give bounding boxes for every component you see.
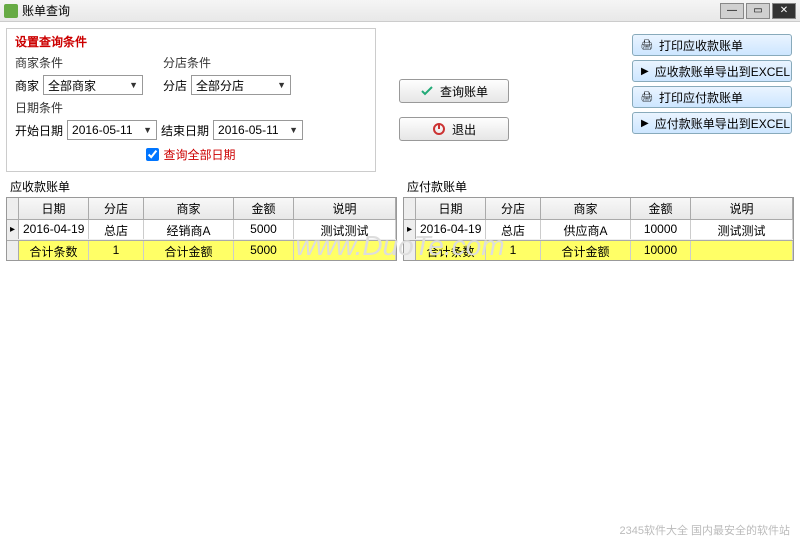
export-receivable-button[interactable]: ▶ 应收款账单导出到EXCEL (632, 60, 792, 82)
branch-label: 分店条件 (163, 54, 291, 71)
print-payable-label: 打印应付款账单 (659, 89, 743, 106)
receivable-body[interactable]: ▸ 2016-04-19 总店 经销商A 5000 测试测试 (7, 220, 396, 240)
foot-count: 1 (486, 241, 541, 260)
chevron-down-icon: ▼ (287, 125, 300, 135)
start-date-value: 2016-05-11 (72, 123, 133, 137)
branch-combo[interactable]: 全部分店 ▼ (191, 75, 291, 95)
foot-count-label: 合计条数 (416, 241, 486, 260)
col-amount: 金额 (234, 198, 294, 219)
row-marker: ▸ (7, 220, 19, 239)
export-payable-label: 应付款账单导出到EXCEL (655, 115, 790, 132)
col-note: 说明 (294, 198, 396, 219)
table-row[interactable]: ▸ 2016-04-19 总店 供应商A 10000 测试测试 (404, 220, 793, 240)
merchant-value: 全部商家 (48, 77, 96, 94)
titlebar: 账单查询 — ▭ ✕ (0, 0, 800, 22)
receivable-title: 应收款账单 (6, 176, 397, 197)
action-buttons: 查询账单 退出 (384, 28, 524, 172)
foot-count: 1 (89, 241, 144, 260)
app-icon (4, 4, 18, 18)
printer-icon: 🖨 (641, 39, 653, 51)
foot-count-label: 合计条数 (19, 241, 89, 260)
row-marker: ▸ (404, 220, 416, 239)
exit-button-label: 退出 (452, 121, 476, 138)
foot-amount: 10000 (631, 241, 691, 260)
all-dates-checkbox[interactable] (146, 148, 159, 161)
query-button[interactable]: 查询账单 (399, 79, 509, 103)
play-icon: ▶ (641, 117, 649, 129)
merchant-label: 商家条件 (15, 54, 143, 71)
window-title: 账单查询 (22, 2, 720, 19)
branch-value: 全部分店 (196, 77, 244, 94)
payable-grid: 日期 分店 商家 金额 说明 ▸ 2016-04-19 总店 供应商A 1000… (403, 197, 794, 261)
print-payable-button[interactable]: 🖨 打印应付款账单 (632, 86, 792, 108)
merchant-field-label: 商家 (15, 77, 39, 94)
conditions-panel: 设置查询条件 商家条件 商家 全部商家 ▼ 分店条件 分店 (6, 28, 376, 172)
all-dates-label: 查询全部日期 (163, 146, 235, 163)
end-date-field-label: 结束日期 (161, 122, 209, 139)
conditions-title: 设置查询条件 (15, 33, 367, 50)
receivable-grid: 日期 分店 商家 金额 说明 ▸ 2016-04-19 总店 经销商A 5000 (6, 197, 397, 261)
col-branch: 分店 (89, 198, 144, 219)
exit-icon (432, 122, 446, 136)
minimize-button[interactable]: — (720, 3, 744, 19)
end-date-combo[interactable]: 2016-05-11 ▼ (213, 120, 303, 140)
export-receivable-label: 应收款账单导出到EXCEL (655, 63, 790, 80)
close-button[interactable]: ✕ (772, 3, 796, 19)
foot-amount: 5000 (234, 241, 294, 260)
col-date: 日期 (416, 198, 486, 219)
start-date-combo[interactable]: 2016-05-11 ▼ (67, 120, 157, 140)
payable-body[interactable]: ▸ 2016-04-19 总店 供应商A 10000 测试测试 (404, 220, 793, 240)
chevron-down-icon: ▼ (141, 125, 154, 135)
print-receivable-button[interactable]: 🖨 打印应收款账单 (632, 34, 792, 56)
receivable-footer: 合计条数 1 合计金额 5000 (7, 240, 396, 260)
col-branch: 分店 (486, 198, 541, 219)
col-merchant: 商家 (144, 198, 234, 219)
row-marker-head (7, 198, 19, 219)
exit-button[interactable]: 退出 (399, 117, 509, 141)
chevron-down-icon: ▼ (127, 80, 140, 90)
col-amount: 金额 (631, 198, 691, 219)
payable-footer: 合计条数 1 合计金额 10000 (404, 240, 793, 260)
receivable-section: 应收款账单 日期 分店 商家 金额 说明 ▸ 2016-04-19 总店 (6, 176, 397, 261)
check-icon (420, 84, 434, 98)
chevron-down-icon: ▼ (275, 80, 288, 90)
merchant-combo[interactable]: 全部商家 ▼ (43, 75, 143, 95)
export-buttons: 🖨 打印应收款账单 ▶ 应收款账单导出到EXCEL 🖨 打印应付款账单 ▶ 应付… (632, 28, 792, 172)
payable-section: 应付款账单 日期 分店 商家 金额 说明 ▸ 2016-04-19 总店 (403, 176, 794, 261)
row-marker-head (404, 198, 416, 219)
print-receivable-label: 打印应收款账单 (659, 37, 743, 54)
foot-amount-label: 合计金额 (144, 241, 234, 260)
maximize-button[interactable]: ▭ (746, 3, 770, 19)
query-button-label: 查询账单 (440, 83, 488, 100)
start-date-field-label: 开始日期 (15, 122, 63, 139)
date-label: 日期条件 (15, 99, 367, 116)
col-merchant: 商家 (541, 198, 631, 219)
payable-title: 应付款账单 (403, 176, 794, 197)
end-date-value: 2016-05-11 (218, 123, 279, 137)
bottom-watermark: 2345软件大全 国内最安全的软件站 (619, 522, 790, 538)
printer-icon: 🖨 (641, 91, 653, 103)
branch-field-label: 分店 (163, 77, 187, 94)
col-date: 日期 (19, 198, 89, 219)
table-row[interactable]: ▸ 2016-04-19 总店 经销商A 5000 测试测试 (7, 220, 396, 240)
play-icon: ▶ (641, 65, 649, 77)
col-note: 说明 (691, 198, 793, 219)
export-payable-button[interactable]: ▶ 应付款账单导出到EXCEL (632, 112, 792, 134)
foot-amount-label: 合计金额 (541, 241, 631, 260)
